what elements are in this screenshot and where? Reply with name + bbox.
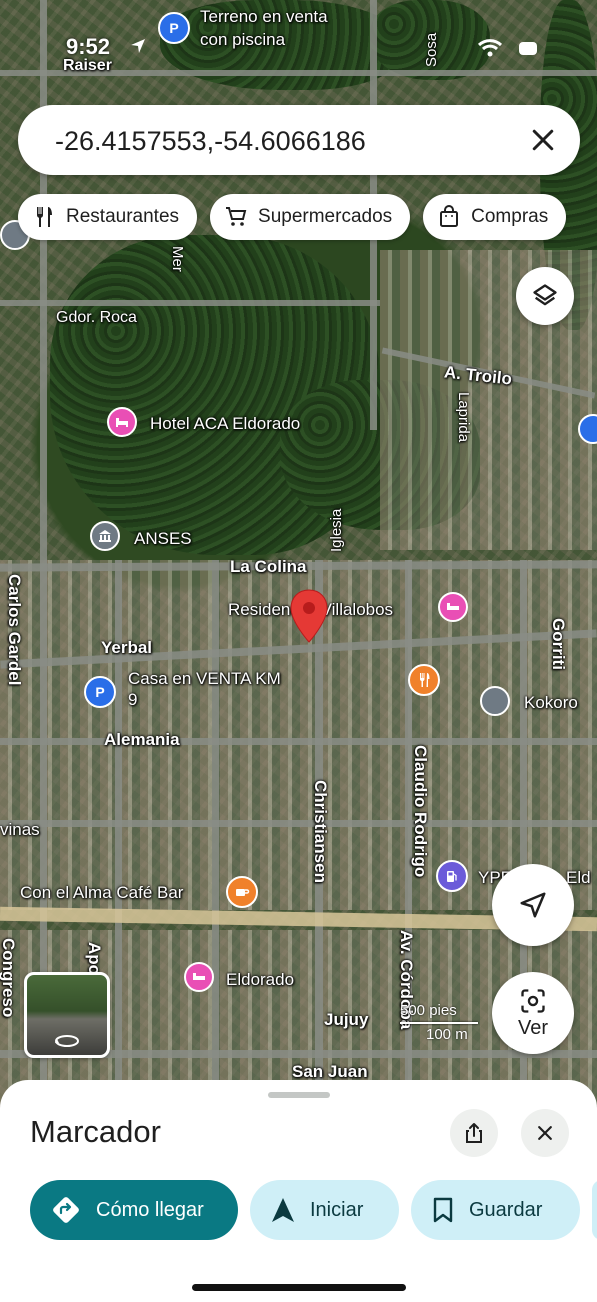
street-line <box>212 560 219 1110</box>
location-arrow-icon <box>131 39 145 53</box>
wifi-icon <box>477 39 503 57</box>
ver-button[interactable]: Ver <box>492 972 574 1054</box>
layers-icon <box>533 284 557 306</box>
home-indicator[interactable] <box>192 1284 406 1291</box>
close-sheet-button[interactable] <box>521 1109 569 1157</box>
share-icon <box>466 1123 482 1143</box>
layers-button[interactable] <box>516 267 574 325</box>
scale-bar: 500 pies 100 m <box>400 1002 480 1043</box>
street-line <box>0 738 597 745</box>
camera-lens-icon <box>521 988 545 1013</box>
parking-icon[interactable]: P <box>84 676 116 708</box>
restaurant-icon <box>37 207 52 227</box>
street-label-christiansen: Christiansen <box>311 780 330 883</box>
restaurant-pin-icon[interactable] <box>408 664 440 696</box>
place-label-terreno[interactable]: Terreno en venta con piscina <box>200 5 328 51</box>
street-label-gorriti: Gorriti <box>549 618 568 670</box>
place-label-text: 9 <box>128 690 138 709</box>
lodging-icon[interactable] <box>107 407 137 437</box>
lodging-icon[interactable] <box>438 592 468 622</box>
place-label-anses[interactable]: ANSES <box>134 529 192 549</box>
street-label-claudio-rodrigo: Claudio Rodrigo <box>411 745 430 878</box>
search-bar[interactable] <box>18 105 580 177</box>
street-label-alemania: Alemania <box>104 730 180 749</box>
place-label-text: Casa en VENTA KM <box>128 669 281 688</box>
place-label-cafe[interactable]: Con el Alma Café Bar <box>20 883 183 903</box>
close-icon[interactable] <box>528 125 558 155</box>
street-label-laprida: Laprida <box>455 392 472 443</box>
action-buttons: Cómo llegar Iniciar Guardar <box>30 1180 597 1240</box>
government-icon[interactable] <box>90 521 120 551</box>
chip-supermercados[interactable]: Supermercados <box>210 194 411 240</box>
directions-label: Cómo llegar <box>96 1198 204 1221</box>
place-label-text: Terreno en venta <box>200 7 328 26</box>
ver-label: Ver <box>517 1016 549 1039</box>
dropped-pin-icon[interactable] <box>288 588 330 644</box>
location-icon[interactable] <box>480 686 510 716</box>
bookmark-icon <box>433 1197 453 1223</box>
cart-icon <box>226 207 247 226</box>
street-label-gdor-roca: Gdor. Roca <box>56 309 137 326</box>
chip-label: Restaurantes <box>66 206 180 227</box>
close-icon <box>538 1126 552 1140</box>
chip-label: Supermercados <box>258 206 393 227</box>
lodging-icon[interactable] <box>184 962 214 992</box>
street-label-mer: Mer <box>169 246 186 272</box>
place-label-eldo-partial: Eld <box>566 868 591 887</box>
more-actions-button[interactable] <box>592 1180 597 1240</box>
street-label-sosa: Sosa <box>423 32 440 67</box>
street-label-iglesia: Iglesia <box>328 508 345 552</box>
navigation-arrow-icon <box>272 1198 294 1222</box>
parking-icon[interactable]: P <box>158 12 190 44</box>
status-icons <box>477 38 539 58</box>
gas-station-icon[interactable] <box>436 860 468 892</box>
rotate-360-icon <box>55 1035 79 1047</box>
shopping-bag-icon <box>440 205 459 227</box>
directions-button[interactable]: Cómo llegar <box>30 1180 238 1240</box>
scale-line <box>400 1022 478 1024</box>
street-label-yerbal: Yerbal <box>101 638 153 657</box>
status-time: 9:52 <box>66 34 111 59</box>
chip-restaurantes[interactable]: Restaurantes <box>18 194 198 240</box>
my-location-button[interactable] <box>492 864 574 946</box>
street-label-jujuy: Jujuy <box>324 1010 369 1029</box>
cafe-icon[interactable] <box>226 876 258 908</box>
street-label-vinas: vinas <box>0 820 40 839</box>
place-label-hotel[interactable]: Hotel ACA Eldorado <box>150 414 300 434</box>
start-button[interactable]: Iniciar <box>250 1180 399 1240</box>
place-label-kokoro[interactable]: Kokoro <box>524 693 578 713</box>
chip-label: Compras <box>471 206 549 227</box>
battery-icon <box>519 42 537 55</box>
save-button[interactable]: Guardar <box>411 1180 580 1240</box>
street-label-carlos-gardel: Carlos Gardel <box>5 574 24 686</box>
street-line <box>0 820 597 827</box>
category-chips: Restaurantes Supermercados Compras <box>18 194 567 240</box>
scale-label-top: 500 pies <box>400 1002 457 1019</box>
street-label-la-colina: La Colina <box>230 557 307 576</box>
chip-compras[interactable]: Compras <box>423 194 567 240</box>
street-view-thumbnail[interactable] <box>24 972 110 1058</box>
street-label-congreso: Congreso <box>0 938 18 1018</box>
scale-label-bottom: 100 m <box>426 1026 468 1043</box>
place-label-text: con piscina <box>200 30 286 49</box>
save-label: Guardar <box>469 1198 543 1221</box>
search-input[interactable] <box>53 105 497 177</box>
street-line <box>0 300 380 306</box>
place-title: Marcador <box>30 1114 161 1149</box>
place-label-eldorado[interactable]: Eldorado <box>226 970 294 990</box>
street-label-san-juan: San Juan <box>292 1062 368 1081</box>
navigation-arrow-icon <box>520 892 546 918</box>
directions-icon <box>53 1197 79 1223</box>
start-label: Iniciar <box>310 1198 364 1221</box>
place-label-casa[interactable]: Casa en VENTA KM 9 <box>128 668 281 710</box>
street-label-apo: Apo <box>85 942 104 976</box>
share-button[interactable] <box>450 1109 498 1157</box>
bottom-sheet[interactable]: Marcador Cómo llegar Iniciar Guardar <box>0 1080 597 1302</box>
sheet-grabber[interactable] <box>268 1092 330 1098</box>
